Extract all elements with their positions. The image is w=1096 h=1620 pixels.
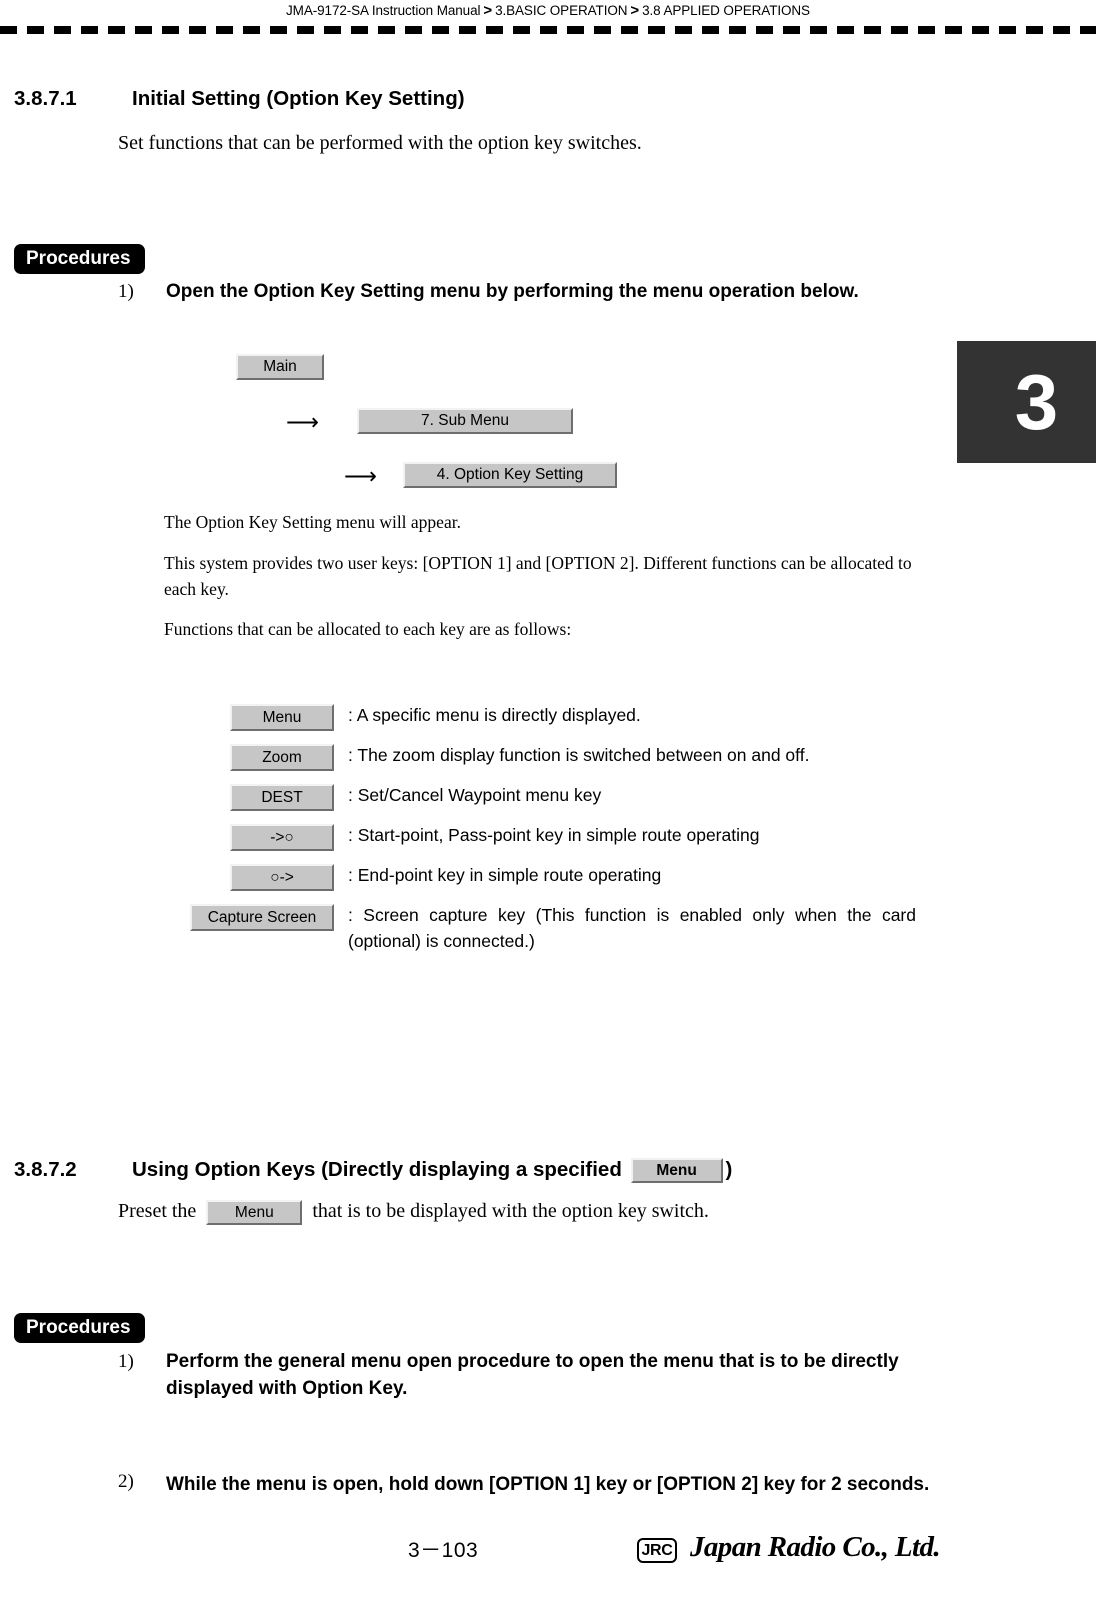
section-1-note-2: This system provides two user keys: [OPT… xyxy=(164,553,912,599)
option-key-function-list: Menu : A specific menu is directly displ… xyxy=(0,700,1096,951)
header-separator-1: > xyxy=(483,2,493,19)
option-key-description: : Start-point, Pass-point key in simple … xyxy=(348,825,760,845)
step-number: 2) xyxy=(118,1471,134,1492)
section-2-intro-after: that is to be displayed with the option … xyxy=(312,1200,709,1222)
option-key-description: : Set/Cancel Waypoint menu key xyxy=(348,785,602,805)
key-function-row: DEST : Set/Cancel Waypoint menu key xyxy=(0,780,1096,820)
option-key-button-end-point[interactable]: ○-> xyxy=(230,864,334,891)
section-1-note-1: The Option Key Setting menu will appear. xyxy=(164,512,461,532)
section-1-note-3: Functions that can be allocated to each … xyxy=(164,619,572,639)
section-1-intro: Set functions that can be performed with… xyxy=(118,132,642,154)
section-2-intro: Preset the Menu that is to be displayed … xyxy=(118,1198,938,1225)
option-key-button-menu[interactable]: Menu xyxy=(230,704,334,731)
menu-key-main[interactable]: Main xyxy=(236,354,324,380)
key-function-row: Zoom : The zoom display function is swit… xyxy=(0,740,1096,780)
section-number-1: 3.8.7.1 xyxy=(14,87,77,110)
header-separator-2: > xyxy=(630,2,640,19)
option-key-description: : End-point key in simple route operatin… xyxy=(348,865,662,885)
header-section: 3.8 APPLIED OPERATIONS xyxy=(642,3,810,18)
company-name: Japan Radio Co., Ltd. xyxy=(690,1531,941,1563)
option-key-description: : A specific menu is directly displayed. xyxy=(348,705,641,725)
path-arrow-1: ⟶ xyxy=(286,410,319,435)
step-number: 1) xyxy=(118,281,134,302)
option-key-button-dest[interactable]: DEST xyxy=(230,784,334,811)
key-function-row: Menu : A specific menu is directly displ… xyxy=(0,700,1096,740)
menu-key-sub-menu[interactable]: 7. Sub Menu xyxy=(357,408,573,434)
section-title-2: Using Option Keys (Directly displaying a… xyxy=(132,1157,733,1184)
inline-menu-key-body[interactable]: Menu xyxy=(206,1199,303,1225)
step-text: Open the Option Key Setting menu by perf… xyxy=(166,281,859,302)
section-title-2-close: ) xyxy=(725,1158,733,1181)
option-key-description: : Screen capture key (This function is e… xyxy=(348,905,916,951)
key-function-row: ○-> : End-point key in simple route oper… xyxy=(0,860,1096,900)
option-key-description: : The zoom display function is switched … xyxy=(348,745,810,765)
option-key-button-capture-screen[interactable]: Capture Screen xyxy=(190,904,334,931)
section-title-2-text: Using Option Keys (Directly displaying a… xyxy=(132,1158,622,1181)
option-key-button-zoom[interactable]: Zoom xyxy=(230,744,334,771)
running-header: JMA-9172-SA Instruction Manual >3.BASIC O… xyxy=(0,0,1096,22)
path-arrow-2: ⟶ xyxy=(344,464,377,489)
header-manual-title: JMA-9172-SA Instruction Manual xyxy=(286,3,481,18)
header-chapter: 3.BASIC OPERATION xyxy=(495,3,628,18)
step-number: 1) xyxy=(118,1351,134,1372)
key-function-row: Capture Screen : Screen capture key (Thi… xyxy=(0,900,1096,951)
option-key-button-start-pass-point[interactable]: ->○ xyxy=(230,824,334,851)
chapter-tab: 3 xyxy=(957,341,1096,463)
step-text: While the menu is open, hold down [OPTIO… xyxy=(166,1474,930,1495)
procedures-tag-2: Procedures xyxy=(14,1313,145,1343)
menu-key-option-key-setting[interactable]: 4. Option Key Setting xyxy=(403,462,617,488)
step-text: Perform the general menu open procedure … xyxy=(166,1351,899,1399)
key-function-row: ->○ : Start-point, Pass-point key in sim… xyxy=(0,820,1096,860)
page-number: 3－103 xyxy=(408,1539,479,1562)
procedures-tag-1: Procedures xyxy=(14,244,145,274)
jrc-logo-mark: JRC xyxy=(637,1538,677,1563)
section-number-2: 3.8.7.2 xyxy=(14,1158,77,1181)
section-title-1: Initial Setting (Option Key Setting) xyxy=(132,87,465,110)
header-dashed-rule xyxy=(0,26,1096,34)
section-2-intro-before: Preset the xyxy=(118,1200,197,1222)
inline-menu-key-heading[interactable]: Menu xyxy=(630,1158,723,1184)
